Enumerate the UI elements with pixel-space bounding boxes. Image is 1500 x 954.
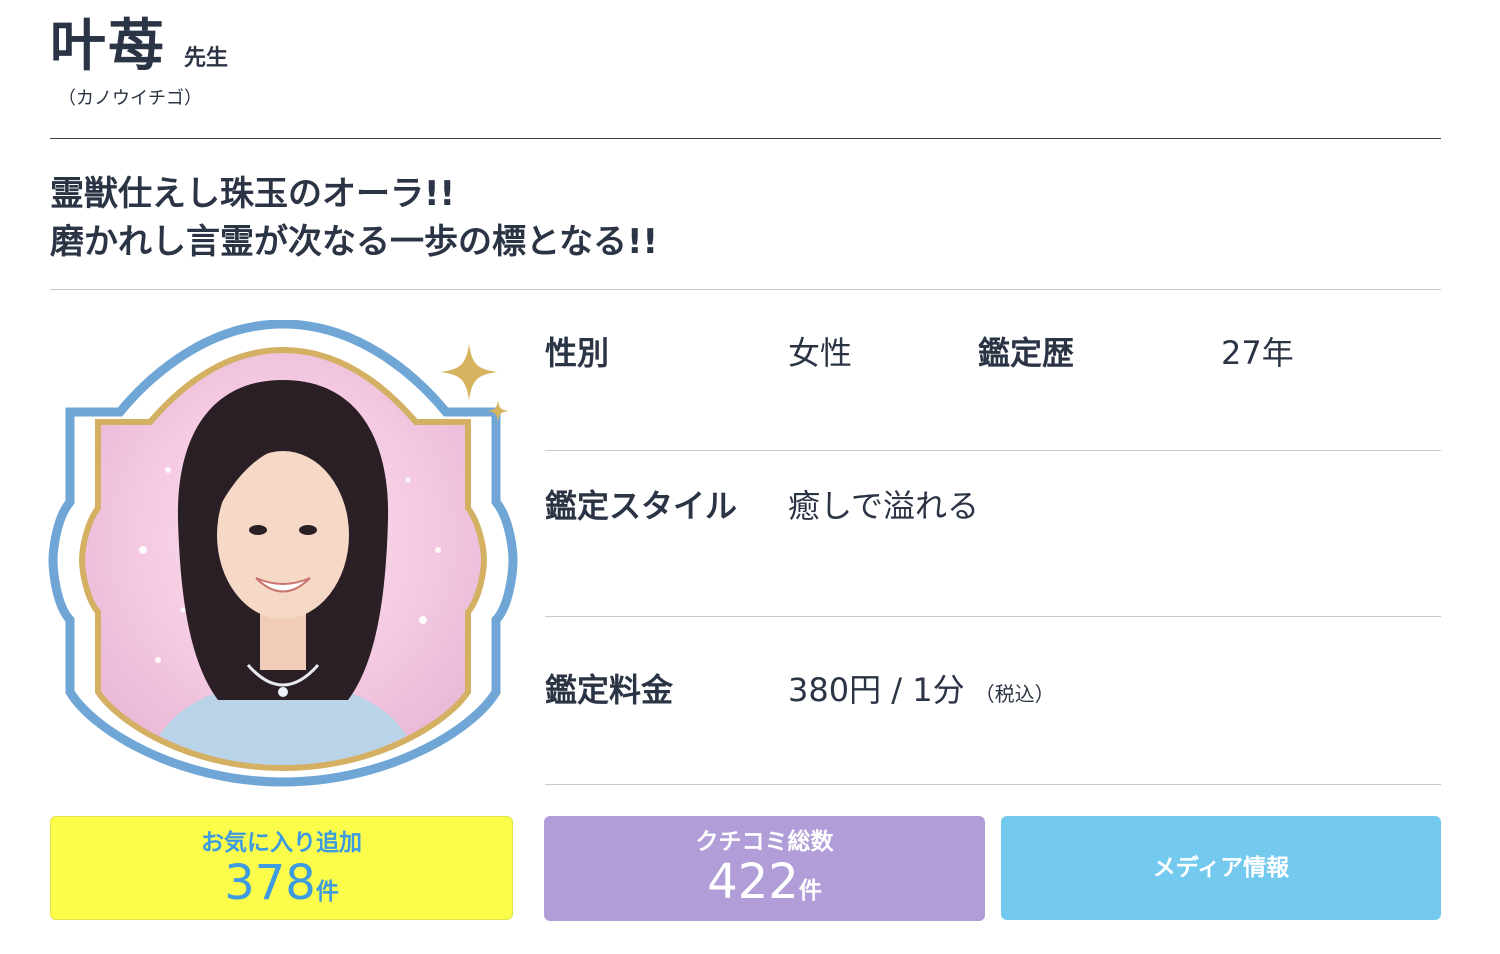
header-divider xyxy=(50,138,1441,139)
fee-label: 鑑定料金 xyxy=(545,671,674,709)
media-info-button[interactable]: メディア情報 xyxy=(1001,816,1441,920)
gender-label: 性別 xyxy=(545,334,610,372)
experience-label: 鑑定歴 xyxy=(978,334,1075,372)
catchphrase: 霊獣仕えし珠玉のオーラ!! 磨かれし言霊が次なる一歩の標となる!! xyxy=(50,170,658,266)
reviews-count-group: 422件 xyxy=(544,856,985,919)
catchphrase-divider xyxy=(50,289,1441,290)
favorite-label: お気に入り追加 xyxy=(201,830,362,856)
teller-portrait xyxy=(48,319,518,788)
catchphrase-line-1: 霊獣仕えし珠玉のオーラ!! xyxy=(50,174,456,214)
fee-tax-note: （税込） xyxy=(974,682,1055,706)
fee-value: 380円 / 1分 xyxy=(788,671,965,709)
style-label: 鑑定スタイル xyxy=(545,487,738,525)
detail-row-style: 鑑定スタイル 癒しで溢れる xyxy=(545,451,1441,617)
add-favorite-button[interactable]: お気に入り追加 378件 xyxy=(50,816,513,920)
favorite-count: 378 xyxy=(224,855,316,911)
reviews-count: 422 xyxy=(707,854,799,910)
style-value: 癒しで溢れる xyxy=(788,487,980,525)
reviews-unit: 件 xyxy=(798,878,822,904)
catchphrase-line-2: 磨かれし言霊が次なる一歩の標となる!! xyxy=(50,222,658,262)
detail-row-gender-experience: 性別 女性 鑑定歴 27年 xyxy=(545,300,1441,451)
detail-row-fee: 鑑定料金 380円 / 1分 （税込） xyxy=(545,617,1441,785)
teller-name: 叶苺 xyxy=(50,14,166,79)
sparkle-icon xyxy=(441,344,509,422)
favorite-unit: 件 xyxy=(315,879,339,905)
media-label: メディア情報 xyxy=(1152,855,1290,881)
teller-name-reading: （カノウイチゴ） xyxy=(58,88,202,109)
reviews-button[interactable]: クチコミ総数 422件 xyxy=(544,816,985,921)
gender-value: 女性 xyxy=(788,334,853,372)
profile-details: 性別 女性 鑑定歴 27年 鑑定スタイル 癒しで溢れる 鑑定料金 380円 / … xyxy=(545,300,1441,785)
reviews-label: クチコミ総数 xyxy=(695,829,834,855)
experience-value: 27年 xyxy=(1221,334,1294,372)
fortune-teller-header: 叶苺 先生 xyxy=(50,14,228,80)
fee-value-group: 380円 / 1分 （税込） xyxy=(788,665,1055,711)
teller-honorific: 先生 xyxy=(184,46,229,71)
favorite-count-group: 378件 xyxy=(51,857,512,920)
